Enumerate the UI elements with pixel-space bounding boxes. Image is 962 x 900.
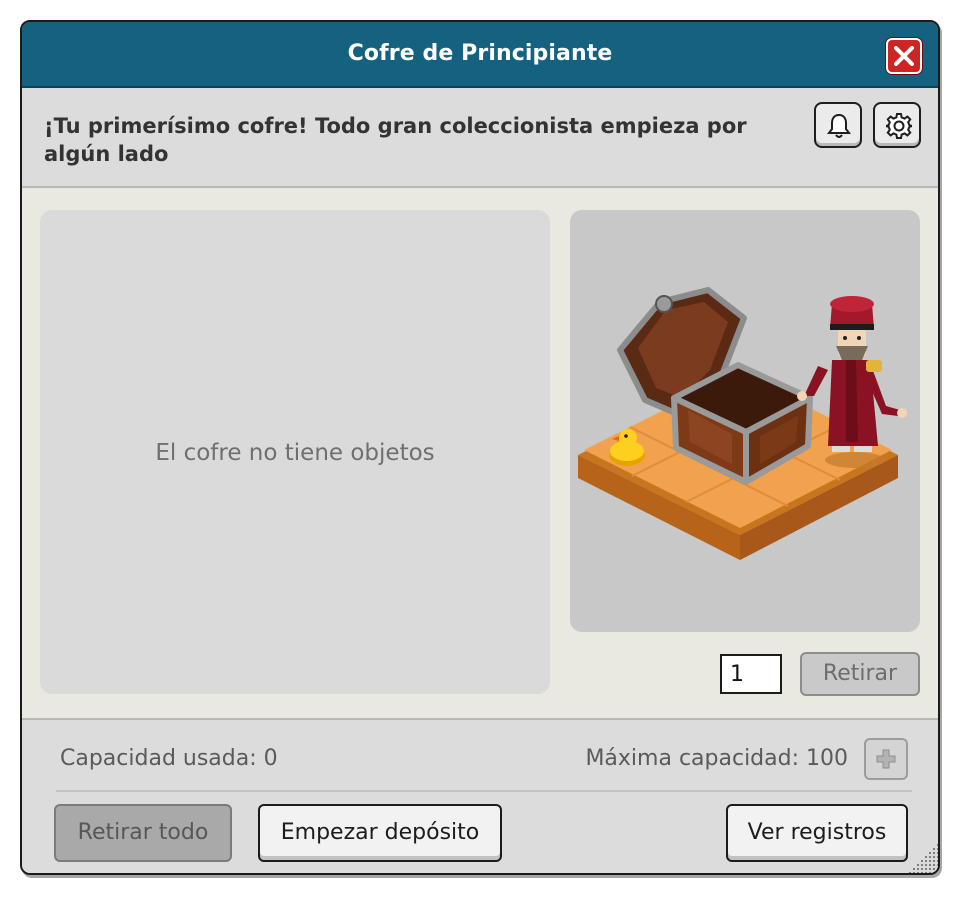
empty-message: El cofre no tiene objetos: [155, 440, 435, 466]
quantity-input[interactable]: [720, 654, 782, 694]
close-icon: [894, 46, 914, 66]
chest-window: Cofre de Principiante ¡Tu primerísimo co…: [20, 20, 940, 875]
resize-grip[interactable]: [904, 843, 938, 873]
chest-description: ¡Tu primerísimo cofre! Todo gran colecci…: [44, 114, 747, 166]
gear-icon: [886, 113, 912, 139]
footer-divider: [56, 790, 912, 792]
chest-footer: Capacidad usada: 0 Máxima capacidad: 100…: [22, 718, 938, 873]
window-title: Cofre de Principiante: [347, 41, 613, 66]
max-capacity: Máxima capacidad: 100: [585, 746, 848, 771]
chest-preview: [570, 210, 920, 632]
withdraw-all-button[interactable]: Retirar todo: [54, 804, 232, 862]
plus-icon: [876, 749, 896, 769]
settings-button[interactable]: [873, 102, 921, 148]
chest-illustration: [578, 287, 907, 560]
chest-content: El cofre no tiene objetos 1 Retirar: [22, 190, 938, 718]
chest-header: ¡Tu primerísimo cofre! Todo gran colecci…: [22, 88, 938, 188]
close-button[interactable]: [886, 38, 922, 74]
view-logs-button[interactable]: Ver registros: [726, 804, 908, 862]
bell-icon: [827, 113, 851, 138]
increase-capacity-button[interactable]: [864, 738, 908, 780]
withdraw-button[interactable]: Retirar: [800, 652, 920, 696]
title-bar[interactable]: Cofre de Principiante: [22, 22, 938, 88]
items-panel[interactable]: El cofre no tiene objetos: [40, 210, 550, 694]
used-capacity: Capacidad usada: 0: [60, 746, 278, 771]
notifications-button[interactable]: [814, 102, 862, 148]
start-deposit-button[interactable]: Empezar depósito: [258, 804, 502, 862]
